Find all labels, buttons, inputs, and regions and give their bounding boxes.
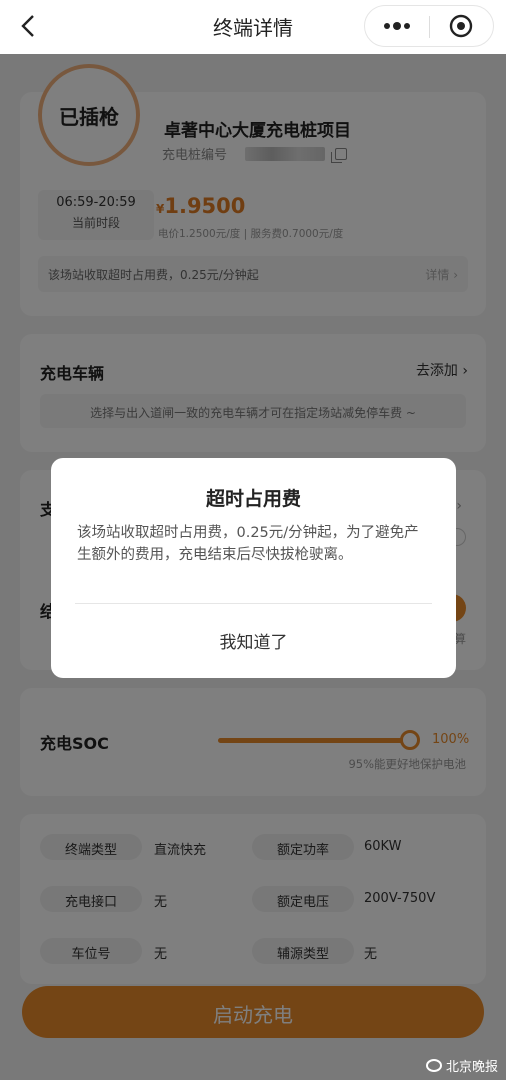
mini-program-capsule [364,5,494,47]
weibo-icon [425,1059,442,1072]
modal-confirm-button[interactable]: 我知道了 [51,628,456,653]
modal-divider [75,603,432,604]
close-mini-program-button[interactable] [430,6,494,46]
modal-title: 超时占用费 [205,488,301,510]
overtime-fee-modal: 超时占用费 该场站收取超时占用费，0.25元/分钟起，为了避免产生额外的费用，充… [51,458,456,678]
watermark-text: 北京晚报 [445,1060,498,1075]
more-button[interactable] [365,6,429,46]
more-dots-icon [383,22,410,30]
modal-message: 该场站收取超时占用费，0.25元/分钟起，为了避免产生额外的费用，充电结束后尽快… [77,525,419,563]
watermark: 北京晚报 [425,1056,498,1075]
target-close-icon [450,14,473,38]
nav-bar: 终端详情 [0,0,506,54]
